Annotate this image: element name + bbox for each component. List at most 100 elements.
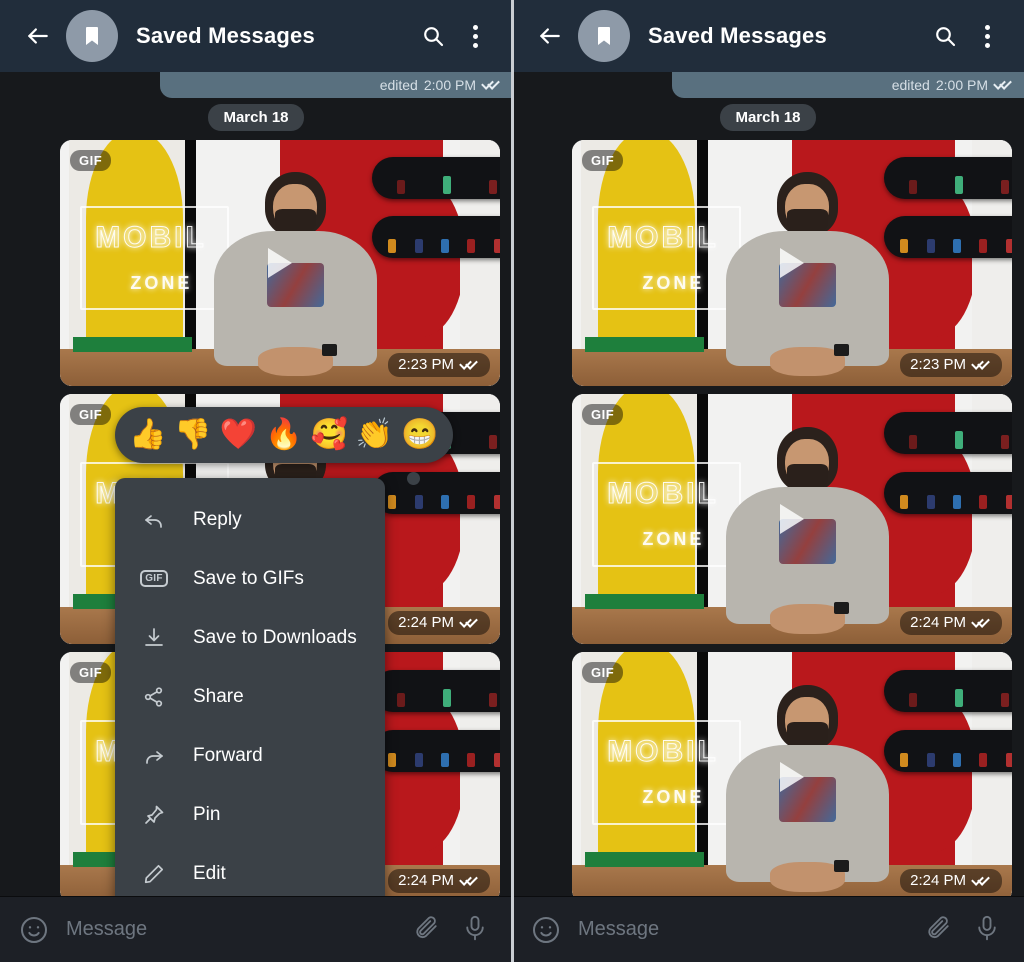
- context-menu-item-save-to-gifs[interactable]: GIF Save to GIFs: [115, 549, 385, 608]
- smiley-icon[interactable]: [530, 914, 562, 946]
- search-icon: [424, 27, 444, 47]
- neon-sign-line1: MOBIL: [607, 476, 719, 510]
- context-menu-label: Save to GIFs: [193, 567, 304, 589]
- gif-badge: GIF: [582, 662, 624, 683]
- chat-scroll-area[interactable]: edited 2:00 PM March 18 MOBIL ZONE GIF 2…: [0, 72, 512, 896]
- smiley-icon[interactable]: [18, 914, 50, 946]
- download-icon: [137, 621, 171, 655]
- message-input[interactable]: Message: [66, 918, 398, 941]
- search-button[interactable]: [924, 15, 966, 57]
- reaction-more[interactable]: 😁: [401, 420, 438, 450]
- back-button[interactable]: [528, 14, 572, 58]
- more-vertical-icon: [472, 24, 478, 48]
- date-separator: March 18: [208, 104, 304, 131]
- message-time: 2:24 PM: [910, 872, 966, 889]
- overflow-menu-button[interactable]: [454, 15, 496, 57]
- bookmark-icon: [86, 27, 98, 45]
- date-separator-row: March 18: [512, 104, 1024, 131]
- arrow-left-icon: [540, 28, 560, 44]
- edited-label: edited: [379, 77, 418, 93]
- message-time-badge: 2:24 PM: [388, 611, 490, 635]
- microphone-icon[interactable]: [460, 913, 494, 947]
- play-icon[interactable]: [268, 248, 292, 278]
- context-menu-item-share[interactable]: Share: [115, 667, 385, 726]
- double-check-icon: [460, 359, 480, 371]
- search-button[interactable]: [412, 15, 454, 57]
- message-composer[interactable]: Message: [0, 896, 512, 962]
- double-check-icon: [994, 79, 1014, 91]
- edited-message-bubble[interactable]: edited 2:00 PM: [672, 72, 1024, 98]
- message-context-menu[interactable]: Reply GIF Save to GIFs Save to Downloads: [115, 478, 385, 896]
- double-check-icon: [972, 875, 992, 887]
- reaction-fire[interactable]: 🔥: [265, 420, 302, 450]
- double-check-icon: [972, 617, 992, 629]
- edit-icon: [137, 857, 171, 891]
- reaction-clapping-hands[interactable]: 👏: [356, 420, 393, 450]
- paperclip-icon[interactable]: [412, 913, 446, 947]
- neon-sign-line1: MOBIL: [607, 734, 719, 768]
- reaction-picker-bar[interactable]: 👍 👎 ❤️ 🔥 🥰 👏 😁: [115, 407, 453, 463]
- reaction-thumbs-up[interactable]: 👍: [129, 420, 166, 450]
- paperclip-icon[interactable]: [924, 913, 958, 947]
- avatar[interactable]: [66, 10, 118, 62]
- context-menu-item-save-to-downloads[interactable]: Save to Downloads: [115, 608, 385, 667]
- message-bubble-gif-1[interactable]: MOBIL ZONE GIF 2:23 PM: [60, 140, 500, 386]
- microphone-icon[interactable]: [972, 913, 1006, 947]
- message-bubble-gif-1[interactable]: MOBIL ZONE GIF 2:23 PM: [572, 140, 1012, 386]
- context-menu-item-reply[interactable]: Reply: [115, 490, 385, 549]
- play-icon[interactable]: [780, 248, 804, 278]
- message-composer[interactable]: Message: [512, 896, 1024, 962]
- page-title: Saved Messages: [136, 23, 315, 48]
- message-input[interactable]: Message: [578, 918, 910, 941]
- gif-badge: GIF: [70, 150, 112, 171]
- date-separator-row: March 18: [0, 104, 512, 131]
- message-time: 2:23 PM: [910, 356, 966, 373]
- message-time-badge: 2:23 PM: [388, 353, 490, 377]
- avatar[interactable]: [578, 10, 630, 62]
- bookmark-icon: [598, 27, 610, 45]
- double-check-icon: [460, 617, 480, 629]
- gif-badge: GIF: [582, 150, 624, 171]
- gif-badge: GIF: [70, 662, 112, 683]
- more-vertical-icon: [984, 24, 990, 48]
- chat-scroll-area[interactable]: edited 2:00 PM March 18 MOBIL ZONE GIF 2…: [512, 72, 1024, 896]
- arrow-left-icon: [28, 28, 48, 44]
- message-bubble-gif-3[interactable]: MOBIL ZONE GIF 2:24 PM: [572, 652, 1012, 896]
- forward-icon: [137, 739, 171, 773]
- double-check-icon: [482, 79, 502, 91]
- context-menu-item-edit[interactable]: Edit: [115, 844, 385, 896]
- back-button[interactable]: [16, 14, 60, 58]
- context-menu-label: Pin: [193, 803, 221, 825]
- edited-time: 2:00 PM: [935, 77, 988, 93]
- date-separator: March 18: [720, 104, 816, 131]
- left-panel: Saved Messages edited 2:00 PM March 18 M…: [0, 0, 512, 962]
- context-menu-item-pin[interactable]: Pin: [115, 785, 385, 844]
- reaction-thumbs-down[interactable]: 👎: [174, 420, 211, 450]
- message-bubble-gif-2[interactable]: MOBIL ZONE GIF 2:24 PM: [572, 394, 1012, 644]
- double-check-icon: [460, 875, 480, 887]
- neon-sign-line1: MOBIL: [607, 221, 719, 255]
- context-menu-label: Share: [193, 685, 244, 707]
- share-icon: [137, 680, 171, 714]
- chat-header: Saved Messages: [0, 0, 512, 72]
- context-menu-label: Forward: [193, 744, 263, 766]
- double-check-icon: [972, 359, 992, 371]
- message-time: 2:24 PM: [398, 614, 454, 631]
- play-icon[interactable]: [780, 762, 804, 792]
- message-time-badge: 2:24 PM: [388, 869, 490, 893]
- message-time: 2:24 PM: [910, 614, 966, 631]
- context-menu-label: Save to Downloads: [193, 626, 357, 648]
- context-menu-item-forward[interactable]: Forward: [115, 726, 385, 785]
- gif-badge: GIF: [70, 404, 112, 425]
- overflow-menu-button[interactable]: [966, 15, 1008, 57]
- message-time: 2:23 PM: [398, 356, 454, 373]
- message-time-badge: 2:24 PM: [900, 869, 1002, 893]
- panel-divider: [511, 0, 514, 962]
- edited-label: edited: [891, 77, 930, 93]
- message-time-badge: 2:24 PM: [900, 611, 1002, 635]
- play-icon[interactable]: [780, 504, 804, 534]
- edited-message-bubble[interactable]: edited 2:00 PM: [160, 72, 512, 98]
- edited-time: 2:00 PM: [423, 77, 476, 93]
- reaction-smiling-face-with-hearts[interactable]: 🥰: [310, 420, 347, 450]
- reaction-red-heart[interactable]: ❤️: [220, 420, 257, 450]
